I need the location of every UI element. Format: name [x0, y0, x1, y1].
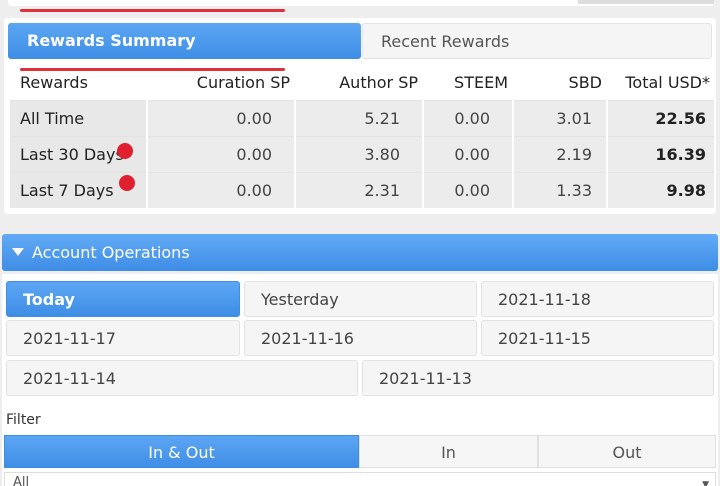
date-button-yesterday[interactable]: Yesterday: [244, 281, 477, 317]
table-row: All Time 0.00 5.21 0.00 3.01 22.56: [10, 100, 714, 136]
column-header: Total USD*: [608, 65, 714, 100]
sbd-cell: 3.01: [514, 100, 606, 136]
total-usd-cell: 22.56: [608, 100, 714, 136]
account-operations-header[interactable]: Account Operations: [2, 234, 718, 271]
sbd-cell: 2.19: [514, 136, 606, 172]
filter-label: Filter: [6, 412, 41, 428]
chevron-down-icon: ▼: [702, 480, 709, 486]
rewards-table: Rewards Curation SP Author SP STEEM SBD …: [8, 65, 716, 208]
column-header: Author SP: [296, 65, 422, 100]
steem-cell: 0.00: [424, 100, 512, 136]
steem-cell: 0.00: [424, 136, 512, 172]
filter-in-and-out-button[interactable]: In & Out: [4, 435, 359, 468]
account-operations-title: Account Operations: [32, 243, 190, 262]
filter-select[interactable]: All ▼: [4, 472, 716, 486]
date-button[interactable]: 2021-11-15: [481, 320, 714, 356]
tab-rewards-summary[interactable]: Rewards Summary: [8, 23, 361, 59]
filter-select-value: All: [13, 475, 30, 486]
filter-out-button[interactable]: Out: [538, 435, 716, 468]
date-button[interactable]: 2021-11-18: [481, 281, 714, 317]
date-button[interactable]: 2021-11-13: [362, 360, 714, 396]
annotation-underline-table: [20, 68, 285, 71]
rewards-panel: Rewards Summary Recent Rewards Rewards C…: [4, 18, 716, 214]
caret-down-icon: [12, 247, 24, 256]
table-row: Last 7 Days 0.00 2.31 0.00 1.33 9.98: [10, 172, 714, 208]
tab-recent-rewards[interactable]: Recent Rewards: [362, 23, 712, 59]
row-label: All Time: [10, 100, 146, 136]
sbd-cell: 1.33: [514, 172, 606, 208]
author-sp-cell: 2.31: [296, 172, 422, 208]
column-header: SBD: [514, 65, 606, 100]
author-sp-cell: 3.80: [296, 136, 422, 172]
annotation-dot-7-days: [119, 175, 135, 191]
annotation-underline-top: [20, 9, 285, 12]
curation-sp-cell: 0.00: [148, 172, 294, 208]
top-card-right-edge: [578, 0, 714, 4]
steem-cell: 0.00: [424, 172, 512, 208]
author-sp-cell: 5.21: [296, 100, 422, 136]
date-button[interactable]: 2021-11-17: [6, 320, 240, 356]
total-usd-cell: 9.98: [608, 172, 714, 208]
table-row: Last 30 Days 0.00 3.80 0.00 2.19 16.39: [10, 136, 714, 172]
date-button[interactable]: 2021-11-16: [244, 320, 477, 356]
curation-sp-cell: 0.00: [148, 136, 294, 172]
date-button-today[interactable]: Today: [6, 281, 240, 317]
annotation-dot-30-days: [117, 143, 133, 159]
filter-in-button[interactable]: In: [359, 435, 538, 468]
column-header: STEEM: [424, 65, 512, 100]
date-button[interactable]: 2021-11-14: [6, 360, 358, 396]
total-usd-cell: 16.39: [608, 136, 714, 172]
curation-sp-cell: 0.00: [148, 100, 294, 136]
